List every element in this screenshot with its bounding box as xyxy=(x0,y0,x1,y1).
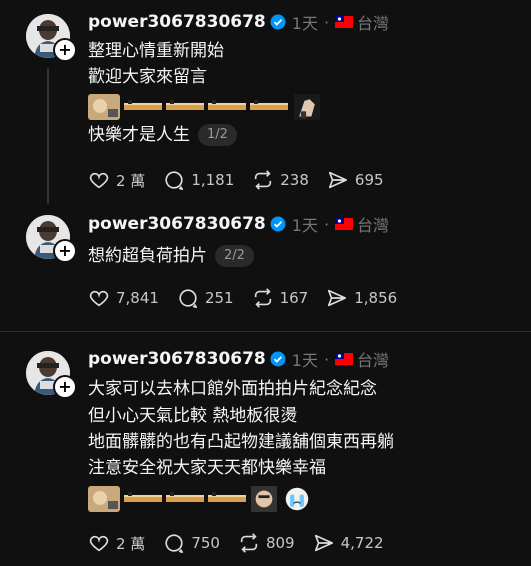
thread-pager-badge: 1/2 xyxy=(198,124,237,146)
share-button[interactable]: 4,722 xyxy=(313,532,384,554)
dog-sticker-icon xyxy=(88,94,120,120)
reply-count: 750 xyxy=(191,534,220,552)
repost-button[interactable]: 809 xyxy=(238,532,295,554)
post-text-line: 整理心情重新開始 xyxy=(88,41,224,61)
post-location: 台灣 xyxy=(357,216,390,235)
send-icon xyxy=(328,171,347,189)
gold-bar-icon xyxy=(166,492,204,502)
post-location: 台灣 xyxy=(357,14,390,33)
gold-bar-icon xyxy=(124,100,162,110)
post-text-line: 歡迎大家來留言 xyxy=(88,67,207,87)
post-text-line: 快樂才是人生 1/2 xyxy=(88,122,237,148)
heart-icon xyxy=(89,172,109,189)
post-actions: 7,841 251 167 1,856 xyxy=(88,286,415,310)
comment-icon xyxy=(165,534,184,553)
post-actions: 2 萬 750 809 4,722 xyxy=(88,531,402,555)
post-header: power3067830678 1天 · 台灣 xyxy=(88,347,389,371)
username[interactable]: power3067830678 xyxy=(88,214,266,234)
post-divider xyxy=(0,331,531,332)
send-icon xyxy=(314,534,333,552)
reply-count: 1,181 xyxy=(191,171,235,189)
post-last-line: 快樂才是人生 xyxy=(88,125,190,145)
repost-icon xyxy=(254,288,271,308)
share-button[interactable]: 1,856 xyxy=(326,287,397,309)
taiwan-flag-icon xyxy=(335,16,354,28)
reply-count: 251 xyxy=(204,289,234,307)
gold-bar-icon xyxy=(208,100,246,110)
post-text-line: 地面髒髒的也有凸起物建議舖個東西再躺 xyxy=(88,432,394,452)
post-text-line: 注意安全祝大家天天都快樂幸福 xyxy=(88,458,326,478)
separator-dot: · xyxy=(323,214,330,234)
post-location: 台灣 xyxy=(357,351,390,370)
repost-icon xyxy=(255,170,272,190)
send-icon xyxy=(328,289,347,307)
hand-sticker-icon xyxy=(294,94,320,120)
share-count: 1,856 xyxy=(354,289,398,307)
post-last-line: 想約超負荷拍片 xyxy=(88,246,207,266)
reply-button[interactable]: 1,181 xyxy=(163,169,234,191)
repost-count: 809 xyxy=(265,534,295,552)
post-header: power3067830678 1天 · 台灣 xyxy=(88,10,389,34)
thread-pager-badge: 2/2 xyxy=(215,245,254,267)
gold-bar-icon xyxy=(208,492,246,502)
post-text-line: 大家可以去林口館外面拍拍片紀念紀念 xyxy=(88,379,377,399)
reply-button[interactable]: 750 xyxy=(163,532,220,554)
username[interactable]: power3067830678 xyxy=(88,349,266,369)
heart-icon xyxy=(89,290,109,307)
follow-plus-icon[interactable]: + xyxy=(53,38,77,62)
like-button[interactable]: 7,841 xyxy=(88,287,159,309)
post-time[interactable]: 1天 xyxy=(292,347,318,371)
like-count: 7,841 xyxy=(116,289,159,307)
repost-button[interactable]: 238 xyxy=(252,169,309,191)
like-count: 2 萬 xyxy=(116,171,146,190)
like-count: 2 萬 xyxy=(116,534,146,553)
repost-count: 167 xyxy=(279,289,309,307)
repost-count: 238 xyxy=(280,171,309,189)
comment-icon xyxy=(179,289,198,308)
gold-bar-icon xyxy=(166,100,204,110)
share-button[interactable]: 695 xyxy=(327,169,384,191)
verified-badge-icon xyxy=(270,14,286,30)
emoji-row xyxy=(88,484,312,514)
username[interactable]: power3067830678 xyxy=(88,12,266,32)
crying-face-icon xyxy=(285,487,309,511)
verified-badge-icon xyxy=(270,351,286,367)
repost-icon xyxy=(240,533,258,553)
comment-icon xyxy=(165,171,184,190)
post-actions: 2 萬 1,181 238 695 xyxy=(88,168,402,192)
like-button[interactable]: 2 萬 xyxy=(88,169,145,191)
share-count: 4,722 xyxy=(340,534,384,552)
heart-icon xyxy=(89,535,109,552)
emoji-row xyxy=(88,92,322,122)
post-time[interactable]: 1天 xyxy=(292,212,318,236)
separator-dot: · xyxy=(323,349,330,369)
reply-button[interactable]: 251 xyxy=(177,287,234,309)
like-button[interactable]: 2 萬 xyxy=(88,532,145,554)
repost-button[interactable]: 167 xyxy=(252,287,309,309)
verified-badge-icon xyxy=(270,216,286,232)
post-text-line: 但小心天氣比較 熱地板很燙 xyxy=(88,406,298,426)
taiwan-flag-icon xyxy=(335,353,354,365)
share-count: 695 xyxy=(354,171,384,189)
thread-connector-line xyxy=(47,68,49,204)
post-time[interactable]: 1天 xyxy=(292,10,318,34)
post-header: power3067830678 1天 · 台灣 xyxy=(88,212,389,236)
follow-plus-icon[interactable]: + xyxy=(53,239,77,263)
dog-sticker-icon xyxy=(88,486,120,512)
follow-plus-icon[interactable]: + xyxy=(53,375,77,399)
taiwan-flag-icon xyxy=(335,218,354,230)
separator-dot: · xyxy=(323,12,330,32)
face-sticker-icon xyxy=(251,486,277,512)
gold-bar-icon xyxy=(124,492,162,502)
gold-bar-icon xyxy=(250,100,288,110)
post-text-line: 想約超負荷拍片 2/2 xyxy=(88,243,254,269)
